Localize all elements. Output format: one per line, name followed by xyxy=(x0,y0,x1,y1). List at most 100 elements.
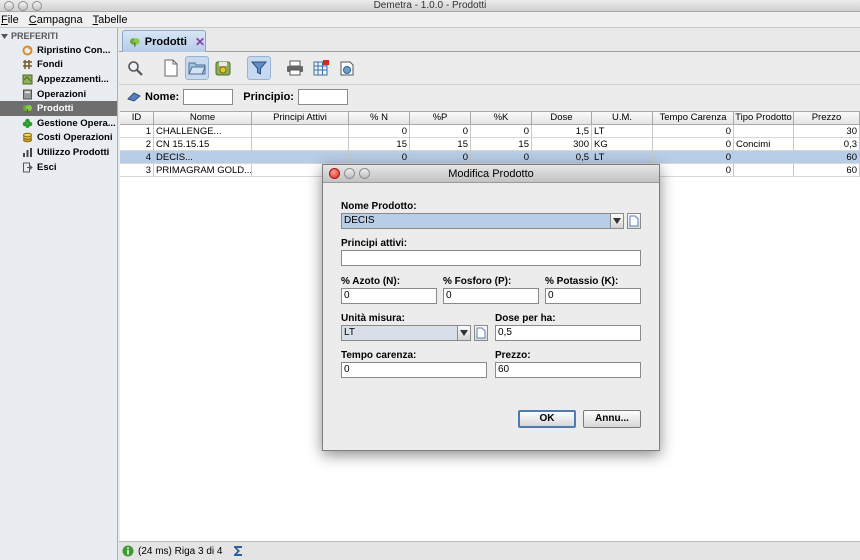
annulla-button[interactable]: Annu... xyxy=(583,410,641,428)
print-button[interactable] xyxy=(283,56,307,80)
cell-dose: 1,5 xyxy=(532,125,592,138)
sidebar-heading[interactable]: PREFERITI xyxy=(0,28,117,43)
triangle-down-icon xyxy=(1,33,8,39)
sidebar-item-esci[interactable]: Esci xyxy=(0,160,117,175)
menu-file[interactable]: File xyxy=(1,12,19,27)
menu-campagna[interactable]: Campagna xyxy=(29,12,83,27)
dose-input[interactable]: 0,5 xyxy=(495,325,641,341)
dialog-titlebar: Modifica Prodotto xyxy=(323,165,659,183)
close-tab-icon[interactable]: ✕ xyxy=(195,35,205,49)
nome-prodotto-add-button[interactable] xyxy=(627,213,641,229)
dialog-close-button[interactable] xyxy=(329,168,340,179)
window-controls[interactable] xyxy=(4,1,42,11)
unita-misura-combo[interactable]: LT xyxy=(341,325,471,341)
cell-um: LT xyxy=(592,125,653,138)
tab-strip: Prodotti ✕ xyxy=(119,28,860,52)
column-header[interactable]: Principi Attivi xyxy=(252,112,349,125)
dropdown-arrow-icon[interactable] xyxy=(610,213,624,229)
table-row-selected[interactable]: 4 DECIS... 0 0 0 0,5 LT 0 60 xyxy=(120,151,860,164)
magnifier-icon xyxy=(128,61,143,76)
column-header[interactable]: ID xyxy=(120,112,154,125)
dose-label: Dose per ha: xyxy=(495,313,556,324)
save-button[interactable] xyxy=(211,56,235,80)
sidebar-item-utilizzo[interactable]: Utilizzo Prodotti xyxy=(0,145,117,160)
nome-filter-label: Nome: xyxy=(145,91,180,103)
cell-prezzo: 0,3 xyxy=(794,138,860,151)
sidebar-item-label: Appezzamenti... xyxy=(37,73,109,85)
column-header[interactable]: %P xyxy=(410,112,471,125)
save-icon xyxy=(215,61,231,76)
fosforo-label: % Fosforo (P): xyxy=(443,276,512,287)
modifica-prodotto-dialog: Modifica Prodotto Nome Prodotto: DECIS P… xyxy=(322,164,660,451)
prezzo-label: Prezzo: xyxy=(495,350,531,361)
filter-button[interactable] xyxy=(247,56,271,80)
potassio-input[interactable]: 0 xyxy=(545,288,641,304)
cell-nome: DECIS... xyxy=(154,151,252,164)
cell-prezzo: 60 xyxy=(794,151,860,164)
coins-icon xyxy=(23,133,32,143)
window-title: Demetra - 1.0.0 - Prodotti xyxy=(373,0,487,11)
zoom-window-button[interactable] xyxy=(32,1,42,11)
column-header[interactable]: Dose xyxy=(532,112,592,125)
eraser-icon[interactable] xyxy=(127,92,141,102)
toolbar xyxy=(119,52,860,85)
nome-prodotto-combo[interactable]: DECIS xyxy=(341,213,624,229)
minimize-window-button[interactable] xyxy=(18,1,28,11)
azoto-input[interactable]: 0 xyxy=(341,288,437,304)
grid-icon xyxy=(23,60,32,70)
column-header[interactable]: %K xyxy=(471,112,532,125)
sidebar-item-ripristino[interactable]: Ripristino Con... xyxy=(0,43,117,58)
open-button[interactable] xyxy=(185,56,209,80)
sidebar-item-label: Fondi xyxy=(37,59,63,71)
tempo-carenza-input[interactable]: 0 xyxy=(341,362,487,378)
menu-tabelle[interactable]: Tabelle xyxy=(93,12,128,27)
sidebar-item-costi[interactable]: Costi Operazioni xyxy=(0,131,117,146)
column-header[interactable]: U.M. xyxy=(592,112,653,125)
search-button[interactable] xyxy=(123,56,147,80)
cell-principi xyxy=(252,151,349,164)
column-header[interactable]: % N xyxy=(349,112,410,125)
sidebar-item-gestione[interactable]: Gestione Opera... xyxy=(0,116,117,131)
column-header[interactable]: Prezzo xyxy=(794,112,860,125)
sidebar-item-label: Utilizzo Prodotti xyxy=(37,146,110,158)
document-icon xyxy=(629,215,639,227)
sidebar-item-label: Ripristino Con... xyxy=(37,44,111,56)
cell-id: 4 xyxy=(120,151,154,164)
prezzo-input[interactable]: 60 xyxy=(495,362,641,378)
cell-principi xyxy=(252,138,349,151)
column-header[interactable]: Tipo Prodotto xyxy=(734,112,794,125)
cell-carenza: 0 xyxy=(653,164,734,177)
dropdown-arrow-icon[interactable] xyxy=(457,325,471,341)
sidebar-item-operazioni[interactable]: Operazioni xyxy=(0,87,117,102)
sidebar-item-appezzamenti[interactable]: Appezzamenti... xyxy=(0,72,117,87)
cell-prezzo: 60 xyxy=(794,164,860,177)
sigma-icon[interactable] xyxy=(232,545,244,557)
cell-n: 0 xyxy=(349,151,410,164)
table-row[interactable]: 2 CN 15.15.15 15 15 15 300 KG 0 Concimi … xyxy=(120,138,860,151)
dialog-zoom-button[interactable] xyxy=(359,168,370,179)
cell-carenza: 0 xyxy=(653,151,734,164)
nome-filter-input[interactable] xyxy=(183,89,234,105)
unita-misura-add-button[interactable] xyxy=(474,325,488,341)
cell-nome: PRIMAGRAM GOLD... xyxy=(154,164,252,177)
close-window-button[interactable] xyxy=(4,1,14,11)
report-button[interactable] xyxy=(335,56,359,80)
fosforo-input[interactable]: 0 xyxy=(443,288,539,304)
cell-nome: CHALLENGE... xyxy=(154,125,252,138)
export-button[interactable] xyxy=(309,56,333,80)
cell-tipo xyxy=(734,125,794,138)
principi-attivi-input[interactable] xyxy=(341,250,641,266)
dialog-body: Nome Prodotto: DECIS Principi attivi: % … xyxy=(323,183,659,451)
principio-filter-input[interactable] xyxy=(297,89,348,105)
sidebar-item-fondi[interactable]: Fondi xyxy=(0,58,117,73)
cell-n: 15 xyxy=(349,138,410,151)
sidebar-item-prodotti[interactable]: Prodotti xyxy=(0,101,117,116)
column-header[interactable]: Tempo Carenza xyxy=(653,112,734,125)
ok-button[interactable]: OK xyxy=(518,410,576,428)
dialog-minimize-button[interactable] xyxy=(344,168,355,179)
cell-carenza: 0 xyxy=(653,125,734,138)
new-button[interactable] xyxy=(159,56,183,80)
tab-prodotti[interactable]: Prodotti ✕ xyxy=(122,30,206,52)
column-header[interactable]: Nome xyxy=(154,112,252,125)
table-row[interactable]: 1 CHALLENGE... 0 0 0 1,5 LT 0 30 xyxy=(120,125,860,138)
